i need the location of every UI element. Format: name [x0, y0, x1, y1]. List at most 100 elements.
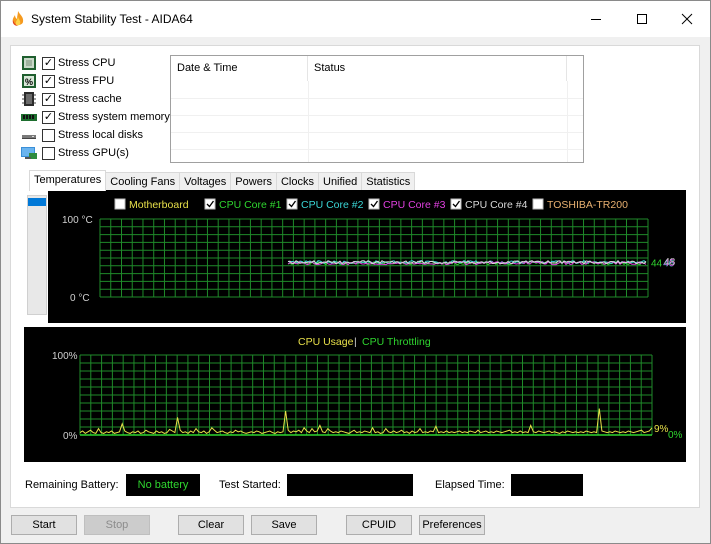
maximize-icon	[637, 14, 647, 24]
legend-item-motherboard[interactable]: Motherboard	[114, 198, 189, 211]
graph-grid	[99, 218, 649, 298]
stress-fpu-label: Stress FPU	[58, 75, 115, 87]
elapsed-time-label: Elapsed Time:	[435, 479, 505, 491]
flame-app-icon	[12, 11, 24, 26]
gpu-icon	[21, 146, 37, 160]
cpu-axis-min-label: 0%	[63, 431, 78, 442]
legend-checkbox[interactable]	[532, 198, 544, 210]
legend-cpu-usage: CPU Usage	[298, 336, 354, 348]
minimize-button[interactable]	[573, 1, 619, 37]
preferences-button[interactable]: Preferences	[419, 515, 485, 535]
legend-item-cpu-core-4[interactable]: CPU Core #4	[450, 198, 528, 211]
tab-temperatures[interactable]: Temperatures	[29, 170, 107, 191]
stop-button[interactable]: Stop	[84, 515, 150, 535]
stress-cpu-option[interactable]: ✓ Stress CPU	[21, 54, 170, 72]
current-cpu-throttling: 0%	[668, 430, 683, 441]
table-row	[171, 115, 583, 132]
column-header-status[interactable]: Status	[308, 56, 567, 81]
log-table[interactable]: Date & Time Status	[170, 55, 584, 163]
aida64-window: System Stability Test - AIDA64 ✓ Stress …	[0, 0, 711, 544]
current-temp-value: 44	[651, 259, 663, 270]
sensor-tabs: Temperatures Cooling Fans Voltages Powers Cl…	[29, 170, 416, 191]
sensor-list-selected-item[interactable]	[28, 198, 46, 206]
tab-clocks[interactable]: Clocks	[275, 172, 319, 191]
current-cpu-usage: 9%	[654, 424, 669, 435]
sensor-list[interactable]	[27, 195, 47, 315]
stress-cache-label: Stress cache	[58, 93, 122, 105]
stress-fpu-checkbox[interactable]: ✓	[42, 74, 55, 88]
maximize-button[interactable]	[619, 1, 665, 37]
graph-grid	[79, 354, 653, 436]
legend-checkbox[interactable]	[114, 198, 126, 210]
status-row: Remaining Battery: No battery Test Start…	[24, 474, 684, 496]
table-row	[171, 98, 583, 115]
legend-checkbox[interactable]	[286, 198, 298, 210]
start-button[interactable]: Start	[11, 515, 77, 535]
column-header-date-time[interactable]: Date & Time	[171, 56, 308, 81]
stress-cache-option[interactable]: ✓ Stress cache	[21, 90, 170, 108]
main-panel: ✓ Stress CPU % ✓ Stress FPU ✓ Stress cac…	[10, 45, 700, 508]
stress-memory-checkbox[interactable]: ✓	[42, 110, 55, 124]
legend-checkbox[interactable]	[368, 198, 380, 210]
test-started-value	[287, 474, 413, 496]
test-started-label: Test Started:	[219, 479, 281, 491]
cpu-usage-line	[79, 408, 653, 435]
battery-label: Remaining Battery:	[25, 479, 119, 491]
legend-item-cpu-core-3[interactable]: CPU Core #3	[368, 198, 446, 211]
stress-memory-label: Stress system memory	[58, 111, 170, 123]
log-table-header: Date & Time Status	[171, 56, 583, 81]
disk-icon	[21, 128, 37, 142]
legend-checkbox[interactable]	[204, 198, 216, 210]
table-row	[171, 132, 583, 149]
legend-cpu-throttling: CPU Throttling	[362, 336, 431, 348]
tab-unified[interactable]: Unified	[318, 172, 363, 191]
fpu-icon: %	[21, 74, 37, 88]
svg-text:%: %	[25, 77, 33, 87]
legend-item-cpu-core-1[interactable]: CPU Core #1	[204, 198, 282, 211]
legend-item-cpu-core-2[interactable]: CPU Core #2	[286, 198, 364, 211]
stress-cpu-label: Stress CPU	[58, 57, 116, 69]
stress-gpu-checkbox[interactable]	[42, 146, 55, 160]
legend-label: CPU Core #4	[465, 199, 528, 211]
cpu-icon	[21, 56, 37, 70]
clear-button[interactable]: Clear	[178, 515, 244, 535]
stress-memory-option[interactable]: ✓ Stress system memory	[21, 108, 170, 126]
stress-options: ✓ Stress CPU % ✓ Stress FPU ✓ Stress cac…	[21, 54, 170, 162]
tab-cooling-fans[interactable]: Cooling Fans	[105, 172, 181, 191]
column-divider	[308, 81, 309, 162]
stress-gpu-label: Stress GPU(s)	[58, 147, 129, 159]
title-bar: System Stability Test - AIDA64	[1, 1, 710, 37]
close-button[interactable]	[664, 1, 710, 37]
stress-gpu-option[interactable]: Stress GPU(s)	[21, 144, 170, 162]
close-icon	[681, 13, 693, 25]
current-temp-value: 48	[664, 257, 676, 268]
stress-disks-option[interactable]: Stress local disks	[21, 126, 170, 144]
legend-separator: |	[354, 336, 357, 348]
memory-icon	[21, 110, 37, 124]
window-title: System Stability Test - AIDA64	[31, 12, 193, 26]
cpuid-button[interactable]: CPUID	[346, 515, 412, 535]
save-button[interactable]: Save	[251, 515, 317, 535]
temperature-graph: Motherboard CPU Core #1 CPU Core #2 CPU Cor…	[48, 190, 686, 323]
tab-statistics[interactable]: Statistics	[361, 172, 416, 191]
elapsed-time-value	[511, 474, 583, 496]
stress-cpu-checkbox[interactable]: ✓	[42, 56, 55, 70]
legend-label: TOSHIBA-TR200	[547, 199, 628, 211]
battery-value: No battery	[126, 474, 200, 496]
table-row	[171, 149, 583, 162]
stress-disks-label: Stress local disks	[58, 129, 143, 141]
column-divider	[567, 81, 568, 162]
stress-cache-checkbox[interactable]: ✓	[42, 92, 55, 106]
stress-disks-checkbox[interactable]	[42, 128, 55, 142]
cpu-graph-legend: CPU Usage | CPU Throttling	[298, 336, 431, 348]
cache-icon	[21, 92, 37, 106]
stress-fpu-option[interactable]: % ✓ Stress FPU	[21, 72, 170, 90]
temp-axis-max-label: 100 °C	[62, 215, 93, 226]
legend-checkbox[interactable]	[450, 198, 462, 210]
temp-axis-min-label: 0 °C	[70, 293, 90, 304]
legend-item-toshiba-tr200[interactable]: TOSHIBA-TR200	[532, 198, 628, 211]
legend-label: CPU Core #2	[301, 199, 364, 211]
legend-label: Motherboard	[129, 199, 189, 211]
tab-voltages[interactable]: Voltages	[179, 172, 232, 191]
tab-powers[interactable]: Powers	[230, 172, 277, 191]
